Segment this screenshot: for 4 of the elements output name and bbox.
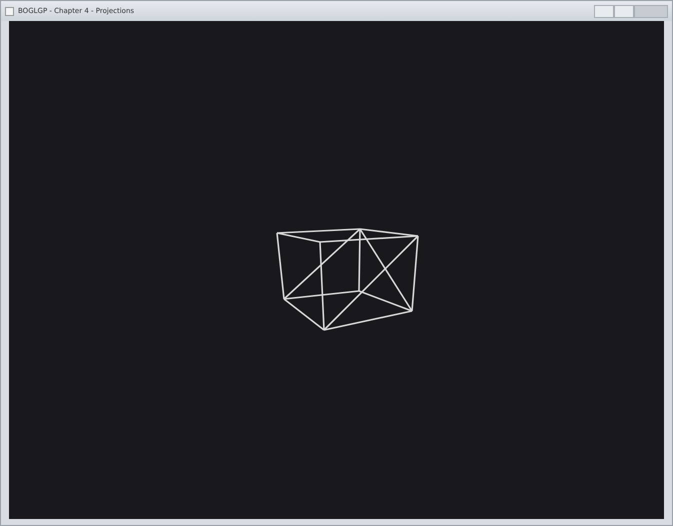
minimize-button[interactable] [594,4,614,18]
app-icon [5,6,14,16]
maximize-button[interactable] [614,4,634,18]
close-button[interactable] [634,4,668,18]
